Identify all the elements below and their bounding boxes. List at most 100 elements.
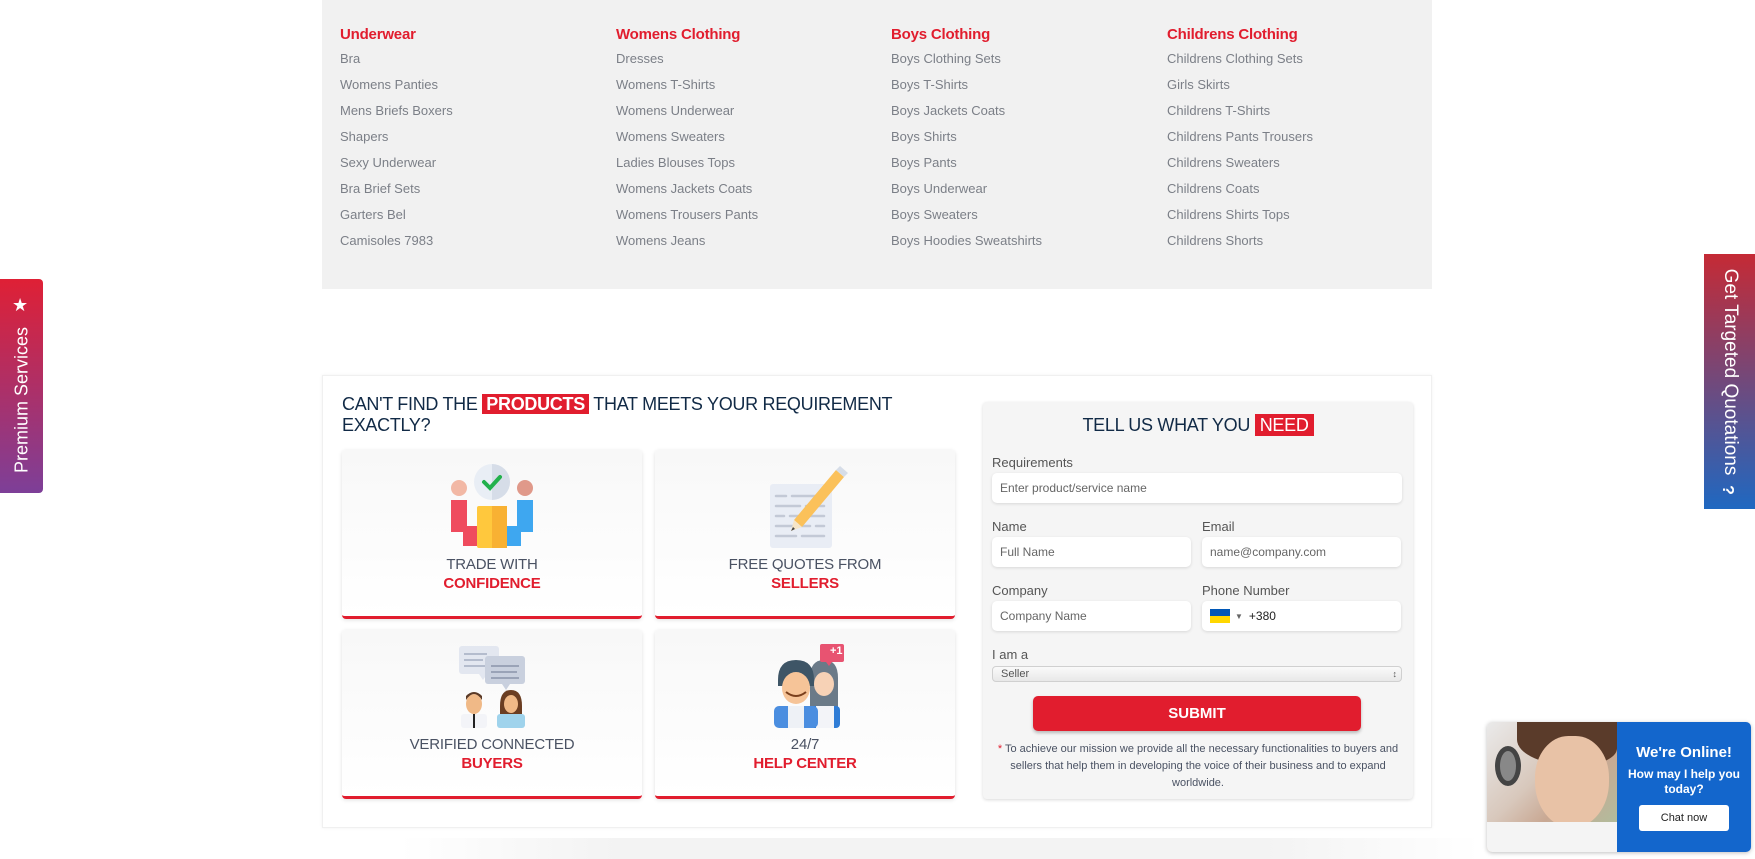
category-link[interactable]: Childrens Clothing Sets xyxy=(1167,51,1427,77)
category-link[interactable]: Boys Jackets Coats xyxy=(891,103,1151,129)
category-link[interactable]: Camisoles 7983 xyxy=(340,233,600,259)
category-link[interactable]: Bra xyxy=(340,51,600,77)
feature-line2: SELLERS xyxy=(771,575,839,592)
form-disclaimer: * To achieve our mission we provide all … xyxy=(987,741,1409,792)
phone-input[interactable]: ▼ +380 xyxy=(1202,601,1401,631)
agent-shirt xyxy=(1487,822,1617,852)
feature-line1: 24/7 xyxy=(790,736,820,753)
category-link[interactable]: Childrens Sweaters xyxy=(1167,155,1427,181)
country-dropdown-caret-icon[interactable]: ▼ xyxy=(1235,612,1243,621)
feature-line2: HELP CENTER xyxy=(753,755,857,772)
category-link[interactable]: Womens Sweaters xyxy=(616,129,876,155)
email-input[interactable] xyxy=(1202,537,1401,567)
category-link[interactable]: Boys Shirts xyxy=(891,129,1151,155)
feature-line1: VERIFIED CONNECTED xyxy=(409,736,575,753)
category-link[interactable]: Dresses xyxy=(616,51,876,77)
company-input[interactable] xyxy=(992,601,1191,631)
role-label: I am a xyxy=(992,647,1029,662)
feature-line1: TRADE WITH xyxy=(446,556,538,573)
premium-services-tab[interactable]: ★ Premium Services xyxy=(0,279,43,493)
name-label: Name xyxy=(992,519,1027,534)
category-link[interactable]: Boys Pants xyxy=(891,155,1151,181)
category-link[interactable]: Boys Clothing Sets xyxy=(891,51,1151,77)
phone-value[interactable]: +380 xyxy=(1249,609,1276,623)
headline-highlight: PRODUCTS xyxy=(482,394,589,414)
requirements-label: Requirements xyxy=(992,455,1073,470)
submit-button[interactable]: SUBMIT xyxy=(1033,696,1361,731)
category-link[interactable]: Sexy Underwear xyxy=(340,155,600,181)
form-title: TELL US WHAT YOU NEED xyxy=(983,414,1413,436)
role-select[interactable]: Seller ↕ xyxy=(992,666,1402,682)
category-link[interactable]: Womens Trousers Pants xyxy=(616,207,876,233)
category-link[interactable]: Womens Panties xyxy=(340,77,600,103)
premium-services-label: Premium Services xyxy=(11,326,31,474)
category-link[interactable]: Childrens Pants Trousers xyxy=(1167,129,1427,155)
category-column-womens-clothing: Womens Clothing Dresses Womens T-Shirts … xyxy=(616,25,876,259)
email-label: Email xyxy=(1202,519,1235,534)
handshake-trade-icon xyxy=(451,464,533,548)
category-title[interactable]: Boys Clothing xyxy=(891,25,1151,45)
category-link[interactable]: Garters Bel xyxy=(340,207,600,233)
company-label: Company xyxy=(992,583,1048,598)
category-link[interactable]: Girls Skirts xyxy=(1167,77,1427,103)
category-column-underwear: Underwear Bra Womens Panties Mens Briefs… xyxy=(340,25,600,259)
feature-card-buyers: VERIFIED CONNECTED BUYERS xyxy=(342,630,642,799)
category-link[interactable]: Womens Underwear xyxy=(616,103,876,129)
feature-card-quotes: FREE QUOTES FROM SELLERS xyxy=(655,450,955,619)
select-arrows-icon: ↕ xyxy=(1392,669,1398,679)
category-link[interactable]: Boys Sweaters xyxy=(891,207,1151,233)
category-link[interactable]: Shapers xyxy=(340,129,600,155)
form-title-before: TELL US WHAT YOU xyxy=(1082,415,1251,435)
section-headline: CAN'T FIND THE PRODUCTS THAT MEETS YOUR … xyxy=(342,394,902,436)
category-link[interactable]: Childrens T-Shirts xyxy=(1167,103,1427,129)
headset-icon xyxy=(1495,746,1521,786)
category-title[interactable]: Womens Clothing xyxy=(616,25,876,45)
disclaimer-text: To achieve our mission we provide all th… xyxy=(1004,743,1399,789)
category-column-childrens-clothing: Childrens Clothing Childrens Clothing Se… xyxy=(1167,25,1427,259)
headline-before: CAN'T FIND THE xyxy=(342,394,478,414)
form-title-highlight: NEED xyxy=(1254,414,1314,436)
category-link[interactable]: Childrens Shirts Tops xyxy=(1167,207,1427,233)
get-targeted-quotations-tab[interactable]: Get Targeted Quotations ? xyxy=(1704,254,1755,509)
feature-card-trade: TRADE WITH CONFIDENCE xyxy=(342,450,642,619)
star-icon: ★ xyxy=(12,295,29,315)
name-input[interactable] xyxy=(992,537,1191,567)
category-link[interactable]: Womens Jeans xyxy=(616,233,876,259)
category-link[interactable]: Womens Jackets Coats xyxy=(616,181,876,207)
role-selected-value: Seller xyxy=(1001,668,1030,680)
feature-line2: CONFIDENCE xyxy=(443,575,541,592)
category-link[interactable]: Mens Briefs Boxers xyxy=(340,103,600,129)
category-link[interactable]: Boys Underwear xyxy=(891,181,1151,207)
category-link[interactable]: Boys Hoodies Sweatshirts xyxy=(891,233,1151,259)
verified-buyers-chat-icon xyxy=(459,646,525,728)
agent-face xyxy=(1535,736,1609,828)
category-column-boys-clothing: Boys Clothing Boys Clothing Sets Boys T-… xyxy=(891,25,1151,259)
chat-panel: We're Online! How may I help you today? … xyxy=(1617,722,1751,852)
chat-title: We're Online! xyxy=(1636,744,1732,761)
category-link[interactable]: Ladies Blouses Tops xyxy=(616,155,876,181)
category-link[interactable]: Womens T-Shirts xyxy=(616,77,876,103)
requirement-form: TELL US WHAT YOU NEED Requirements Name … xyxy=(983,402,1413,799)
category-link[interactable]: Childrens Coats xyxy=(1167,181,1427,207)
chat-subtitle: How may I help you today? xyxy=(1627,767,1741,796)
notification-badge: +1 xyxy=(830,645,843,657)
chat-now-button[interactable]: Chat now xyxy=(1639,805,1729,831)
quote-document-pencil-icon xyxy=(770,466,848,548)
support-agent-photo xyxy=(1487,722,1617,852)
category-title[interactable]: Underwear xyxy=(340,25,600,45)
category-directory: Underwear Bra Womens Panties Mens Briefs… xyxy=(322,0,1432,289)
phone-label: Phone Number xyxy=(1202,583,1290,598)
feature-line1: FREE QUOTES FROM xyxy=(728,556,882,573)
feature-line2: BUYERS xyxy=(461,755,523,772)
category-link[interactable]: Childrens Shorts xyxy=(1167,233,1427,259)
category-title[interactable]: Childrens Clothing xyxy=(1167,25,1427,45)
required-star: * xyxy=(997,743,1003,755)
category-link[interactable]: Boys T-Shirts xyxy=(891,77,1151,103)
requirement-section: CAN'T FIND THE PRODUCTS THAT MEETS YOUR … xyxy=(322,375,1432,828)
question-icon: ? xyxy=(1718,485,1736,495)
requirements-input[interactable] xyxy=(992,473,1402,503)
live-chat-widget[interactable]: We're Online! How may I help you today? … xyxy=(1487,722,1751,852)
quotations-label: Get Targeted Quotations xyxy=(1719,268,1741,475)
ukraine-flag-icon[interactable] xyxy=(1210,609,1230,623)
category-link[interactable]: Bra Brief Sets xyxy=(340,181,600,207)
